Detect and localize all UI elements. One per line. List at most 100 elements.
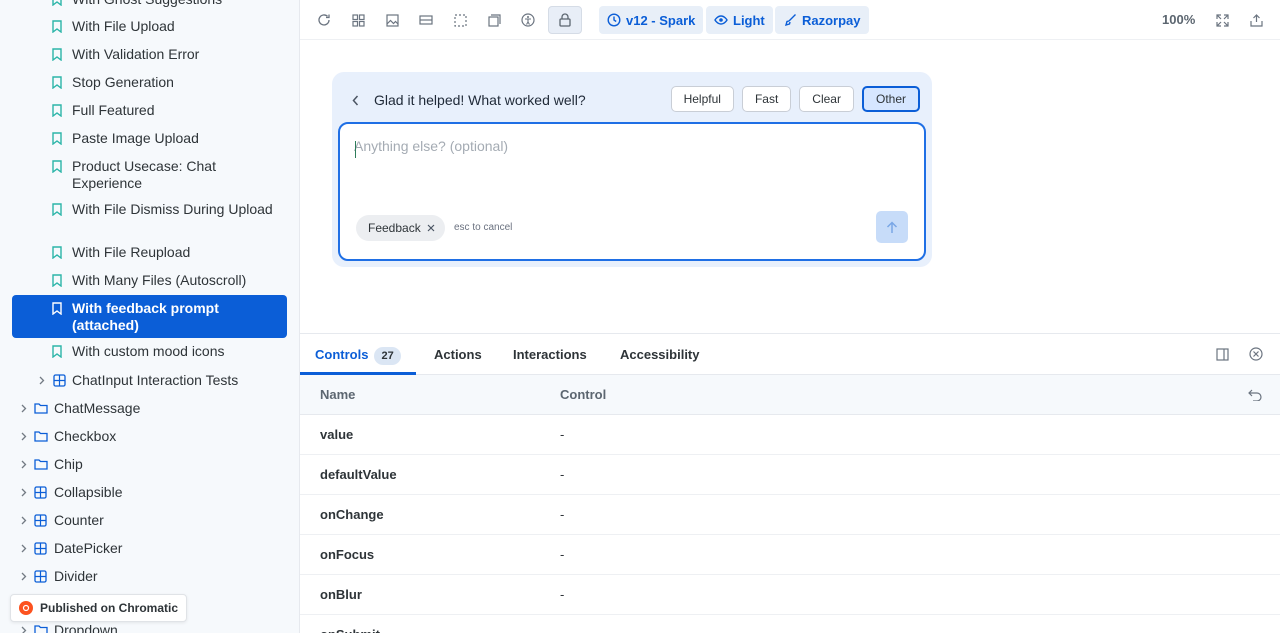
- chevron-right-icon[interactable]: [18, 481, 30, 503]
- bookmark-icon: [52, 130, 64, 147]
- header-control: Control: [560, 387, 607, 402]
- story-with-ghost-suggestions[interactable]: With Ghost Suggestions: [12, 0, 287, 8]
- arrow-up-icon: [886, 220, 898, 233]
- tab-actions[interactable]: Actions: [434, 334, 482, 375]
- folder-icon: [34, 425, 48, 447]
- story-many-files[interactable]: With Many Files (Autoscroll): [12, 272, 287, 289]
- story-label: Paste Image Upload: [72, 130, 199, 146]
- tab-accessibility[interactable]: Accessibility: [620, 334, 700, 375]
- chevron-right-icon[interactable]: [18, 565, 30, 587]
- chevron-right-icon[interactable]: [18, 537, 30, 559]
- story-custom-mood-icons[interactable]: With custom mood icons: [12, 343, 287, 360]
- image-icon[interactable]: [379, 7, 405, 33]
- story-stop-generation[interactable]: Stop Generation: [12, 74, 287, 91]
- tree-item-datepicker[interactable]: DatePicker: [12, 537, 287, 559]
- chip-other[interactable]: Other: [861, 86, 920, 112]
- feedback-tag: Feedback: [356, 215, 445, 241]
- grid-icon[interactable]: [345, 7, 371, 33]
- prop-control: -: [560, 427, 565, 442]
- chip-fast[interactable]: Fast: [741, 86, 792, 112]
- chevron-right-icon[interactable]: [18, 397, 30, 419]
- chevron-right-icon[interactable]: [18, 453, 30, 475]
- chevron-left-icon[interactable]: [352, 90, 366, 110]
- reset-icon[interactable]: [1248, 387, 1264, 403]
- lock-icon[interactable]: [548, 6, 582, 34]
- color-scheme-button[interactable]: Light: [706, 6, 773, 34]
- share-icon[interactable]: [1243, 7, 1269, 33]
- clock-icon: [607, 13, 621, 27]
- table-row: onBlur -: [300, 575, 1280, 615]
- bookmark-icon: [52, 158, 64, 175]
- story-with-validation-error[interactable]: With Validation Error: [12, 46, 287, 63]
- theme-version-label: v12 - Spark: [626, 12, 696, 28]
- prop-name: value: [320, 427, 354, 442]
- esc-hint: esc to cancel: [454, 222, 513, 233]
- tree-item-checkbox[interactable]: Checkbox: [12, 425, 287, 447]
- story-canvas: Glad it helped! What worked well? Helpfu…: [300, 40, 1280, 333]
- tab-interactions[interactable]: Interactions: [513, 334, 587, 375]
- chip-helpful[interactable]: Helpful: [670, 86, 734, 112]
- bookmark-icon: [52, 74, 64, 91]
- tree-item-label: DatePicker: [54, 540, 123, 556]
- chromatic-label: Published on Chromatic: [40, 601, 179, 615]
- feedback-input-box: Feedback esc to cancel: [338, 122, 926, 261]
- prop-control: -: [560, 467, 565, 482]
- tab-controls[interactable]: Controls 27: [300, 334, 416, 375]
- prop-name: defaultValue: [320, 467, 397, 482]
- story-product-usecase[interactable]: Product Usecase: Chat Experience: [12, 158, 287, 192]
- chip-clear[interactable]: Clear: [799, 86, 854, 112]
- chevron-right-icon[interactable]: [18, 425, 30, 447]
- story-label: With Validation Error: [72, 46, 200, 62]
- tree-item-divider[interactable]: Divider: [12, 565, 287, 587]
- measure-icon[interactable]: [481, 7, 507, 33]
- story-feedback-prompt-attached[interactable]: With feedback prompt (attached): [12, 295, 287, 338]
- viewport-icon[interactable]: [413, 7, 439, 33]
- brand-label: Razorpay: [802, 12, 861, 28]
- table-row: value -: [300, 415, 1280, 455]
- accessibility-icon[interactable]: [515, 7, 541, 33]
- chromatic-badge[interactable]: Published on Chromatic: [10, 594, 188, 622]
- bookmark-icon: [52, 244, 64, 261]
- component-icon: [53, 369, 67, 391]
- panel-orientation-icon[interactable]: [1214, 346, 1230, 362]
- tree-item-chatmessage[interactable]: ChatMessage: [12, 397, 287, 419]
- story-file-dismiss[interactable]: With File Dismiss During Upload: [12, 201, 287, 235]
- tree-item-label: ChatMessage: [54, 400, 141, 416]
- table-row: onChange -: [300, 495, 1280, 535]
- addons-panel: Controls 27 Actions Interactions Accessib…: [300, 333, 1280, 633]
- story-full-featured[interactable]: Full Featured: [12, 102, 287, 119]
- brand-button[interactable]: Razorpay: [775, 6, 869, 34]
- story-label: With File Dismiss During Upload: [72, 201, 273, 217]
- reload-icon[interactable]: [311, 7, 337, 33]
- tree-item-chatinput-interaction-tests[interactable]: ChatInput Interaction Tests: [12, 369, 287, 391]
- prop-name: onBlur: [320, 587, 362, 602]
- tree-item-collapsible[interactable]: Collapsible: [12, 481, 287, 503]
- header-name: Name: [320, 387, 356, 402]
- feedback-header: Glad it helped! What worked well?: [352, 90, 586, 110]
- story-file-reupload[interactable]: With File Reupload: [12, 244, 287, 261]
- zoom-level[interactable]: 100%: [1162, 0, 1195, 40]
- theme-version-button[interactable]: v12 - Spark: [599, 6, 704, 34]
- text-caret: [355, 141, 356, 158]
- folder-icon: [34, 453, 48, 475]
- fullscreen-icon[interactable]: [1209, 7, 1235, 33]
- bookmark-icon: [52, 0, 64, 8]
- feedback-textarea[interactable]: [354, 138, 894, 166]
- bookmark-icon: [52, 201, 64, 218]
- folder-icon: [34, 397, 48, 419]
- close-panel-icon[interactable]: [1248, 346, 1264, 362]
- tree-item-chip[interactable]: Chip: [12, 453, 287, 475]
- close-icon[interactable]: [427, 223, 437, 233]
- outline-icon[interactable]: [447, 7, 473, 33]
- story-with-file-upload[interactable]: With File Upload: [12, 18, 287, 35]
- chromatic-logo-icon: [19, 601, 33, 615]
- prop-control: -: [560, 547, 565, 562]
- story-paste-image-upload[interactable]: Paste Image Upload: [12, 130, 287, 147]
- story-label: Full Featured: [72, 102, 155, 118]
- tree-item-counter[interactable]: Counter: [12, 509, 287, 531]
- chevron-right-icon[interactable]: [18, 509, 30, 531]
- table-row: defaultValue -: [300, 455, 1280, 495]
- send-button[interactable]: [876, 211, 908, 243]
- story-label: With Many Files (Autoscroll): [72, 272, 247, 288]
- chevron-right-icon[interactable]: [36, 369, 48, 391]
